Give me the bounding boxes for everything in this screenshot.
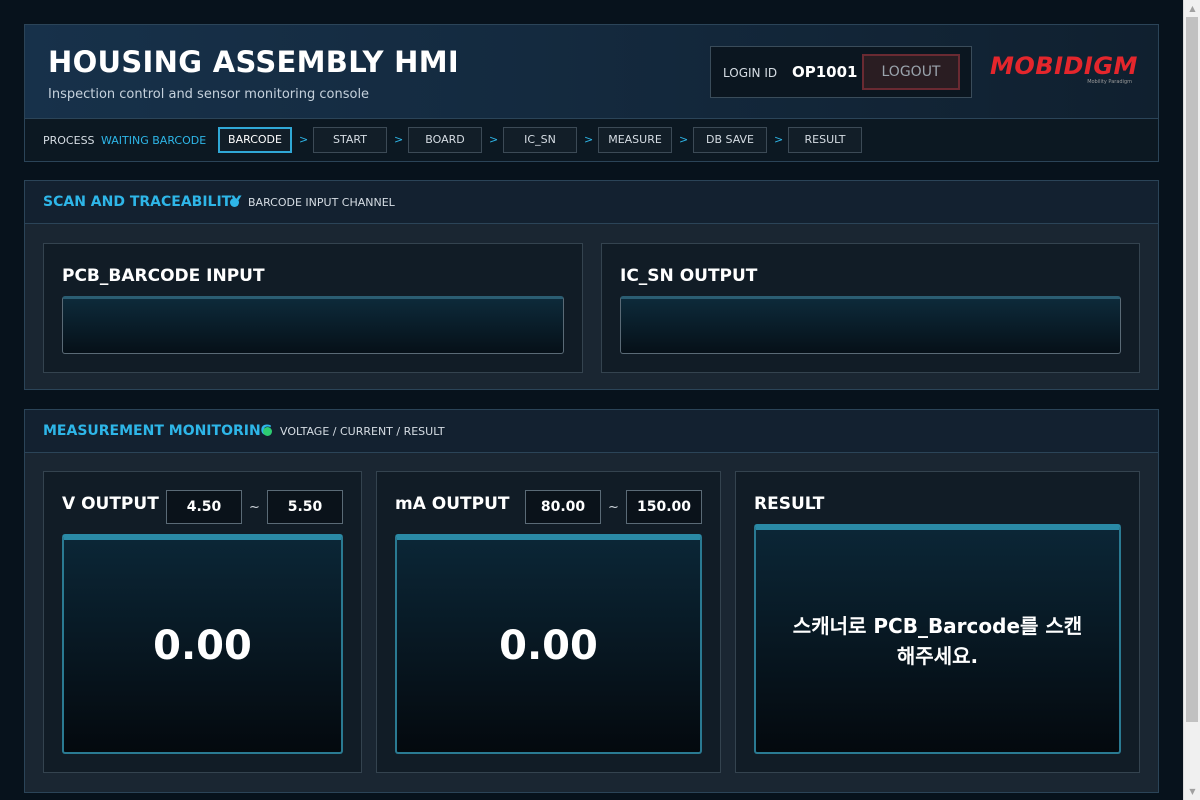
- pcb-barcode-input[interactable]: [62, 296, 564, 354]
- current-value: 0.00: [499, 623, 598, 669]
- voltage-title: V OUTPUT: [62, 494, 159, 514]
- current-card: mA OUTPUT 80.00 ~ 150.00 0.00: [376, 471, 721, 773]
- measurement-panel-subtitle: VOLTAGE / CURRENT / RESULT: [280, 425, 445, 438]
- voltage-card: V OUTPUT 4.50 ~ 5.50 0.00: [43, 471, 362, 773]
- scrollbar-thumb[interactable]: [1186, 17, 1198, 722]
- login-id-value: OP1001: [792, 63, 858, 81]
- voltage-min-field[interactable]: 4.50: [166, 490, 242, 524]
- step-separator: >: [489, 133, 499, 146]
- current-max-field[interactable]: 150.00: [626, 490, 702, 524]
- status-dot-icon: [230, 198, 239, 207]
- logout-button[interactable]: LOGOUT: [862, 54, 960, 90]
- step-measure[interactable]: MEASURE: [598, 127, 672, 153]
- measurement-panel-title: MEASUREMENT MONITORING: [43, 423, 273, 439]
- app-header: HOUSING ASSEMBLY HMI Inspection control …: [24, 24, 1159, 119]
- result-card: RESULT 스캐너로 PCB_Barcode를 스캔해주세요.: [735, 471, 1140, 773]
- measurement-panel: MEASUREMENT MONITORING VOLTAGE / CURRENT…: [24, 409, 1159, 793]
- scan-panel-header: SCAN AND TRACEABILITY BARCODE INPUT CHAN…: [25, 181, 1158, 224]
- range-separator: ~: [608, 500, 619, 515]
- voltage-display: 0.00: [62, 534, 343, 754]
- login-id-label: LOGIN ID: [723, 66, 778, 80]
- pcb-barcode-card: PCB_BARCODE INPUT: [43, 243, 583, 373]
- step-ic-sn[interactable]: IC_SN: [503, 127, 577, 153]
- app-subtitle: Inspection control and sensor monitoring…: [48, 87, 370, 102]
- vertical-scrollbar[interactable]: ▲ ▼: [1183, 0, 1200, 800]
- process-state: WAITING BARCODE: [101, 134, 207, 147]
- status-dot-icon: [263, 427, 272, 436]
- step-board[interactable]: BOARD: [408, 127, 482, 153]
- current-min-field[interactable]: 80.00: [525, 490, 601, 524]
- company-logo: MOBIDIGM Mobility Paradigm: [990, 53, 1140, 93]
- result-message: 스캐너로 PCB_Barcode를 스캔해주세요.: [792, 614, 1083, 668]
- step-separator: >: [299, 133, 309, 146]
- scroll-down-icon[interactable]: ▼: [1184, 783, 1200, 800]
- login-panel: LOGIN ID OP1001 LOGOUT: [710, 46, 972, 98]
- logo-wordmark: MOBIDIGM: [990, 52, 1138, 80]
- ic-sn-title: IC_SN OUTPUT: [620, 266, 758, 286]
- step-separator: >: [774, 133, 784, 146]
- voltage-value: 0.00: [153, 623, 252, 669]
- current-title: mA OUTPUT: [395, 494, 510, 514]
- app-title: HOUSING ASSEMBLY HMI: [48, 45, 459, 79]
- current-display: 0.00: [395, 534, 702, 754]
- scan-panel-title: SCAN AND TRACEABILITY: [43, 194, 242, 210]
- scan-panel-subtitle: BARCODE INPUT CHANNEL: [248, 196, 395, 209]
- step-barcode[interactable]: BARCODE: [218, 127, 292, 153]
- range-separator: ~: [249, 500, 260, 515]
- scroll-up-icon[interactable]: ▲: [1184, 0, 1200, 17]
- step-separator: >: [584, 133, 594, 146]
- step-result[interactable]: RESULT: [788, 127, 862, 153]
- step-db-save[interactable]: DB SAVE: [693, 127, 767, 153]
- step-separator: >: [394, 133, 404, 146]
- process-label: PROCESS: [43, 134, 95, 147]
- pcb-barcode-title: PCB_BARCODE INPUT: [62, 266, 265, 286]
- process-bar: PROCESS WAITING BARCODE BARCODE > START …: [24, 119, 1159, 162]
- step-start[interactable]: START: [313, 127, 387, 153]
- result-title: RESULT: [754, 494, 825, 514]
- step-separator: >: [679, 133, 689, 146]
- result-display: 스캐너로 PCB_Barcode를 스캔해주세요.: [754, 524, 1121, 754]
- measurement-panel-header: MEASUREMENT MONITORING VOLTAGE / CURRENT…: [25, 410, 1158, 453]
- ic-sn-card: IC_SN OUTPUT: [601, 243, 1140, 373]
- scan-panel: SCAN AND TRACEABILITY BARCODE INPUT CHAN…: [24, 180, 1159, 390]
- ic-sn-output: [620, 296, 1121, 354]
- voltage-max-field[interactable]: 5.50: [267, 490, 343, 524]
